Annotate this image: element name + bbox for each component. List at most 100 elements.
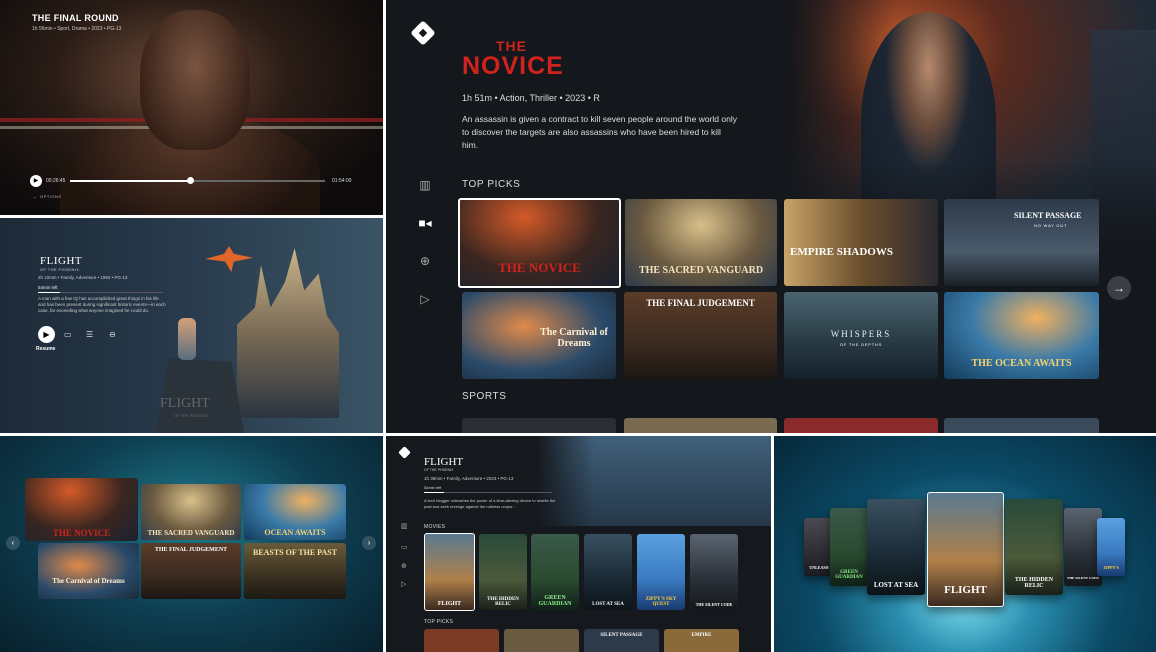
movie-description: A man with a few IQ has accomplished gre… <box>38 296 166 313</box>
card-title: The Carnival of Dreams <box>52 577 125 585</box>
poster-title: FLIGHT <box>944 584 987 596</box>
movie-card[interactable]: SILENT PASSAGE NO WAY OUT <box>944 199 1099 286</box>
progress-fill <box>38 292 60 293</box>
flight-detail-screen: FLIGHT OF THE PHOENIX 2h 22min • Family,… <box>0 218 383 433</box>
movie-poster[interactable]: ZIPPY'S <box>1097 518 1125 576</box>
list-icon[interactable]: ☰ <box>86 330 93 339</box>
video-camera-icon[interactable]: ▭ <box>401 543 408 551</box>
movie-card[interactable] <box>462 418 616 433</box>
movie-card[interactable]: WHISPERS OF THE DEPTHS <box>784 292 938 379</box>
film-icon[interactable]: ▭ <box>64 330 72 339</box>
play-icon[interactable]: ▶ <box>30 175 42 187</box>
chevron-left-icon[interactable]: ‹ <box>6 536 20 550</box>
movie-card[interactable]: EMPIRE <box>664 629 739 652</box>
card-title: EMPIRE <box>691 633 712 638</box>
movie-poster[interactable]: FLIGHT <box>424 533 475 611</box>
movie-poster[interactable]: FLIGHT <box>927 492 1004 607</box>
film-icon[interactable]: ▥ <box>416 178 434 192</box>
movie-poster[interactable]: THE HIDDEN RELIC <box>479 534 527 610</box>
movie-card[interactable]: THE FINAL JUDGEMENT <box>141 543 241 599</box>
chevron-right-icon[interactable]: › <box>362 536 376 550</box>
globe-icon[interactable]: ⊕ <box>401 562 407 570</box>
play-box-icon[interactable]: ▷ <box>401 580 406 588</box>
movie-poster[interactable]: LOST AT SEA <box>584 534 632 610</box>
section-title-movies: MOVIES <box>424 524 446 530</box>
movie-card[interactable] <box>424 629 499 652</box>
poster-title: THE HIDDEN RELIC <box>1014 577 1054 589</box>
card-title: BEASTS OF THE PAST <box>252 548 338 557</box>
movie-poster[interactable]: THE SILENT CODE <box>690 534 738 610</box>
movie-poster[interactable]: THE HIDDEN RELIC <box>1005 499 1063 595</box>
hero-title: NOVICE <box>462 52 564 80</box>
movie-card[interactable]: THE FINAL JUDGEMENT <box>624 292 777 379</box>
card-title: THE NOVICE <box>498 260 581 275</box>
movie-meta: 2h 22min • Family, Adventure • 1994 • PG… <box>38 275 128 280</box>
options-label: OPTIONS <box>40 194 62 199</box>
hero-meta: 1h 51m • Action, Thriller • 2023 • R <box>462 93 600 103</box>
poster-title: ZIPPY'S <box>1103 565 1119 570</box>
chevron-down-icon: ⌄ <box>33 194 37 199</box>
elapsed-time: 00:26:45 <box>46 178 66 184</box>
title-watermark: FLIGHT <box>160 396 210 411</box>
movie-card[interactable]: The Carnival of Dreams <box>462 292 616 379</box>
poster-title: LOST AT SEA <box>873 581 919 589</box>
phoenix-artwork <box>205 246 253 272</box>
boxer-face <box>140 10 250 150</box>
movie-card[interactable] <box>944 418 1099 433</box>
app-logo-icon[interactable] <box>398 446 411 459</box>
total-time: 01:54:00 <box>332 178 352 184</box>
movie-card[interactable] <box>784 418 938 433</box>
options-toggle[interactable]: ⌄ OPTIONS <box>33 194 62 199</box>
section-title-sports: SPORTS <box>462 391 507 402</box>
movie-title: THE FINAL ROUND <box>32 13 119 23</box>
carousel-grid-screen: ‹ THE NOVICE THE SACRED VANGUARD OCEAN A… <box>0 436 383 652</box>
card-title: THE NOVICE <box>52 528 111 538</box>
movie-card[interactable]: THE OCEAN AWAITS <box>944 292 1099 379</box>
movie-card[interactable]: SILENT PASSAGE <box>584 629 659 652</box>
resume-label: Resume <box>36 346 56 352</box>
poster-title: LOST AT SEA <box>592 602 624 607</box>
final-round-player: THE FINAL ROUND 1h 56min • Sport, Drama … <box>0 0 383 215</box>
movie-poster[interactable]: GREEN GUARDIAN <box>531 534 579 610</box>
movie-card[interactable]: The Carnival of Dreams <box>38 543 139 599</box>
film-icon[interactable]: ▥ <box>401 522 408 530</box>
movie-card[interactable]: THE SACRED VANGUARD <box>625 199 777 286</box>
card-title: OCEAN AWAITS <box>264 528 326 537</box>
card-title: WHISPERS <box>830 329 892 339</box>
movie-card[interactable]: EMPIRE SHADOWS <box>784 199 938 286</box>
hero-meta: 1h 38min • Family, Adventure • 2023 • PG… <box>424 476 514 481</box>
movie-subtitle: OF THE PHOENIX <box>40 267 80 272</box>
card-title: SILENT PASSAGE <box>600 633 643 638</box>
progress-fill <box>70 180 190 182</box>
poster-title: THE HIDDEN RELIC <box>487 597 519 607</box>
play-button[interactable]: ▶ <box>38 326 55 343</box>
poster-carousel-screen: UNLEASH GREEN GUARDIAN LOST AT SEA FLIGH… <box>774 436 1156 652</box>
poster-title: THE SILENT CODE <box>695 602 733 607</box>
section-title-top-picks: TOP PICKS <box>462 179 521 190</box>
progress-handle[interactable] <box>187 177 194 184</box>
movie-card[interactable] <box>504 629 579 652</box>
arrow-right-icon[interactable]: → <box>1107 276 1131 300</box>
globe-icon[interactable]: ⊕ <box>416 254 434 268</box>
card-title: SILENT PASSAGE <box>1014 211 1082 220</box>
time-left: 54min left <box>424 485 442 490</box>
video-camera-icon[interactable]: ■◂ <box>416 216 434 230</box>
movie-card[interactable]: THE NOVICE <box>25 478 138 541</box>
castle-artwork <box>237 248 339 418</box>
home-browse-screen: THE NOVICE 1h 51m • Action, Thriller • 2… <box>386 0 1156 433</box>
movie-card[interactable]: OCEAN AWAITS <box>244 484 346 540</box>
movie-poster[interactable]: LOST AT SEA <box>867 499 925 595</box>
card-title: The Carnival of Dreams <box>540 327 608 349</box>
movie-card[interactable]: BEASTS OF THE PAST <box>244 543 346 599</box>
movie-poster[interactable]: GREEN GUARDIAN <box>830 508 868 586</box>
hero-title: FLIGHT <box>424 456 464 468</box>
movie-poster[interactable]: ZIPPY'S SKY QUEST <box>637 534 685 610</box>
card-title: THE FINAL JUDGEMENT <box>154 547 228 553</box>
more-icon[interactable]: ⊖ <box>109 330 116 339</box>
section-title-top-picks: TOP PICKS <box>424 619 454 625</box>
movie-card[interactable]: THE NOVICE <box>458 198 621 288</box>
movie-card[interactable] <box>624 418 777 433</box>
poster-title: ZIPPY'S SKY QUEST <box>645 597 677 607</box>
movie-card[interactable]: THE SACRED VANGUARD <box>141 484 241 540</box>
play-box-icon[interactable]: ▷ <box>416 292 434 306</box>
